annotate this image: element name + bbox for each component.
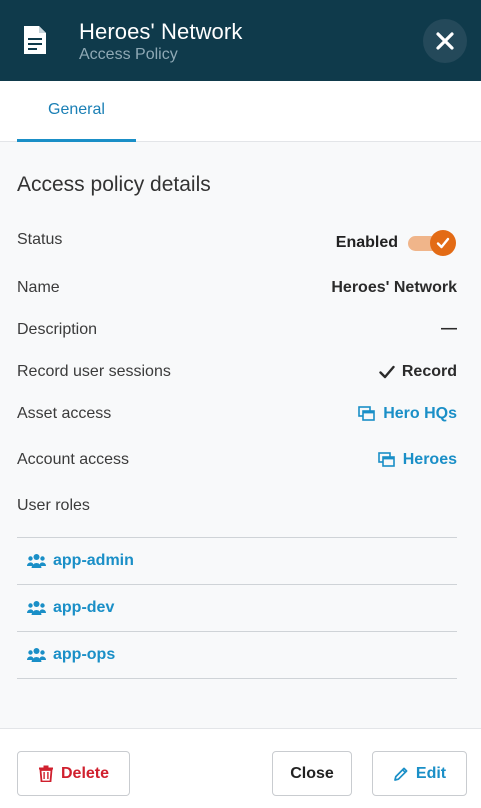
record-sessions-label: Record user sessions: [17, 363, 171, 380]
details-panel: Access policy details Status Enabled Nam…: [0, 142, 481, 728]
name-value: Heroes' Network: [331, 279, 457, 296]
section-title: Access policy details: [17, 173, 211, 196]
asset-access-label: Asset access: [17, 405, 112, 422]
close-icon: [436, 32, 454, 50]
description-value: —: [441, 320, 457, 337]
close-footer-button[interactable]: Close: [272, 751, 352, 796]
record-sessions-text: Record: [401, 363, 457, 380]
windows-icon: [358, 406, 376, 421]
toggle-knob: [430, 230, 456, 256]
checkmark-icon: [379, 365, 395, 379]
users-icon: [27, 554, 46, 568]
account-access-link[interactable]: Heroes: [377, 451, 457, 469]
edit-label: Edit: [415, 764, 447, 782]
users-icon: [27, 601, 46, 615]
close-button[interactable]: [423, 19, 467, 63]
description-label: Description: [17, 321, 98, 338]
users-icon: [27, 648, 46, 662]
asset-access-link[interactable]: Hero HQs: [358, 405, 457, 423]
name-label: Name: [17, 279, 60, 296]
user-roles-list: app-admin app-dev app-ops: [17, 537, 457, 679]
asset-access-text: Hero HQs: [383, 405, 457, 422]
delete-label: Delete: [60, 764, 110, 782]
pencil-icon: [394, 767, 408, 781]
checkmark-icon: [436, 237, 450, 249]
role-label: app-ops: [53, 646, 116, 663]
status-text: Enabled: [335, 234, 398, 251]
windows-icon: [377, 452, 395, 467]
close-label: Close: [290, 764, 334, 782]
panel-title: Heroes' Network: [79, 19, 243, 44]
role-item-app-admin[interactable]: app-admin: [17, 538, 457, 585]
edit-button[interactable]: Edit: [372, 751, 467, 796]
status-toggle[interactable]: [408, 230, 457, 256]
delete-button[interactable]: Delete: [17, 751, 130, 796]
trash-icon: [38, 765, 53, 782]
account-access-text: Heroes: [402, 451, 457, 468]
panel-subtitle: Access Policy: [79, 46, 178, 63]
role-item-app-dev[interactable]: app-dev: [17, 585, 457, 632]
status-label: Status: [17, 231, 63, 248]
role-label: app-dev: [53, 599, 115, 616]
tab-general[interactable]: General: [17, 81, 136, 142]
tab-bar: General: [0, 81, 481, 142]
user-roles-label: User roles: [17, 497, 90, 514]
record-sessions-value: Record: [379, 363, 457, 381]
panel-header: Heroes' Network Access Policy: [0, 0, 481, 81]
status-value: Enabled: [336, 230, 457, 256]
role-item-app-ops[interactable]: app-ops: [17, 632, 457, 679]
account-access-label: Account access: [17, 451, 130, 468]
document-icon: [24, 26, 46, 54]
panel-footer: Delete Close Edit: [0, 728, 481, 808]
role-label: app-admin: [53, 552, 134, 569]
